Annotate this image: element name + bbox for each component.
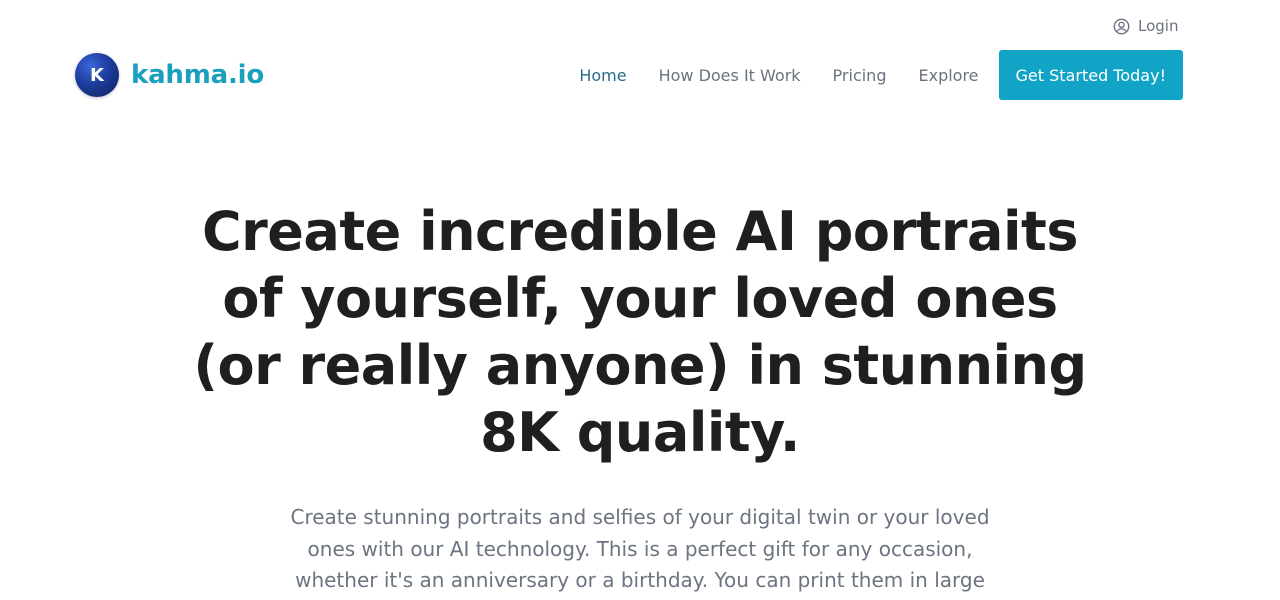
login-label: Login [1138,17,1179,35]
nav-how-does-it-work[interactable]: How Does It Work [659,66,801,85]
brand-home-link[interactable]: K kahma.io [75,53,264,97]
hero-title: Create incredible AI portraits of yourse… [193,200,1087,464]
main-nav: Home How Does It Work Pricing Explore Ge… [579,50,1183,100]
nav-explore[interactable]: Explore [918,66,978,85]
nav-pricing[interactable]: Pricing [833,66,887,85]
hero-subtitle: Create stunning portraits and selfies of… [290,505,990,592]
get-started-button[interactable]: Get Started Today! [998,50,1183,100]
login-link[interactable]: Login [1113,17,1178,35]
nav-home[interactable]: Home [579,66,626,85]
landing-page: Login K kahma.io Home How Does It Work P… [0,0,1280,600]
brand-name: kahma.io [131,60,265,90]
user-circle-icon [1113,18,1130,35]
kahma-logo: K [75,53,119,97]
